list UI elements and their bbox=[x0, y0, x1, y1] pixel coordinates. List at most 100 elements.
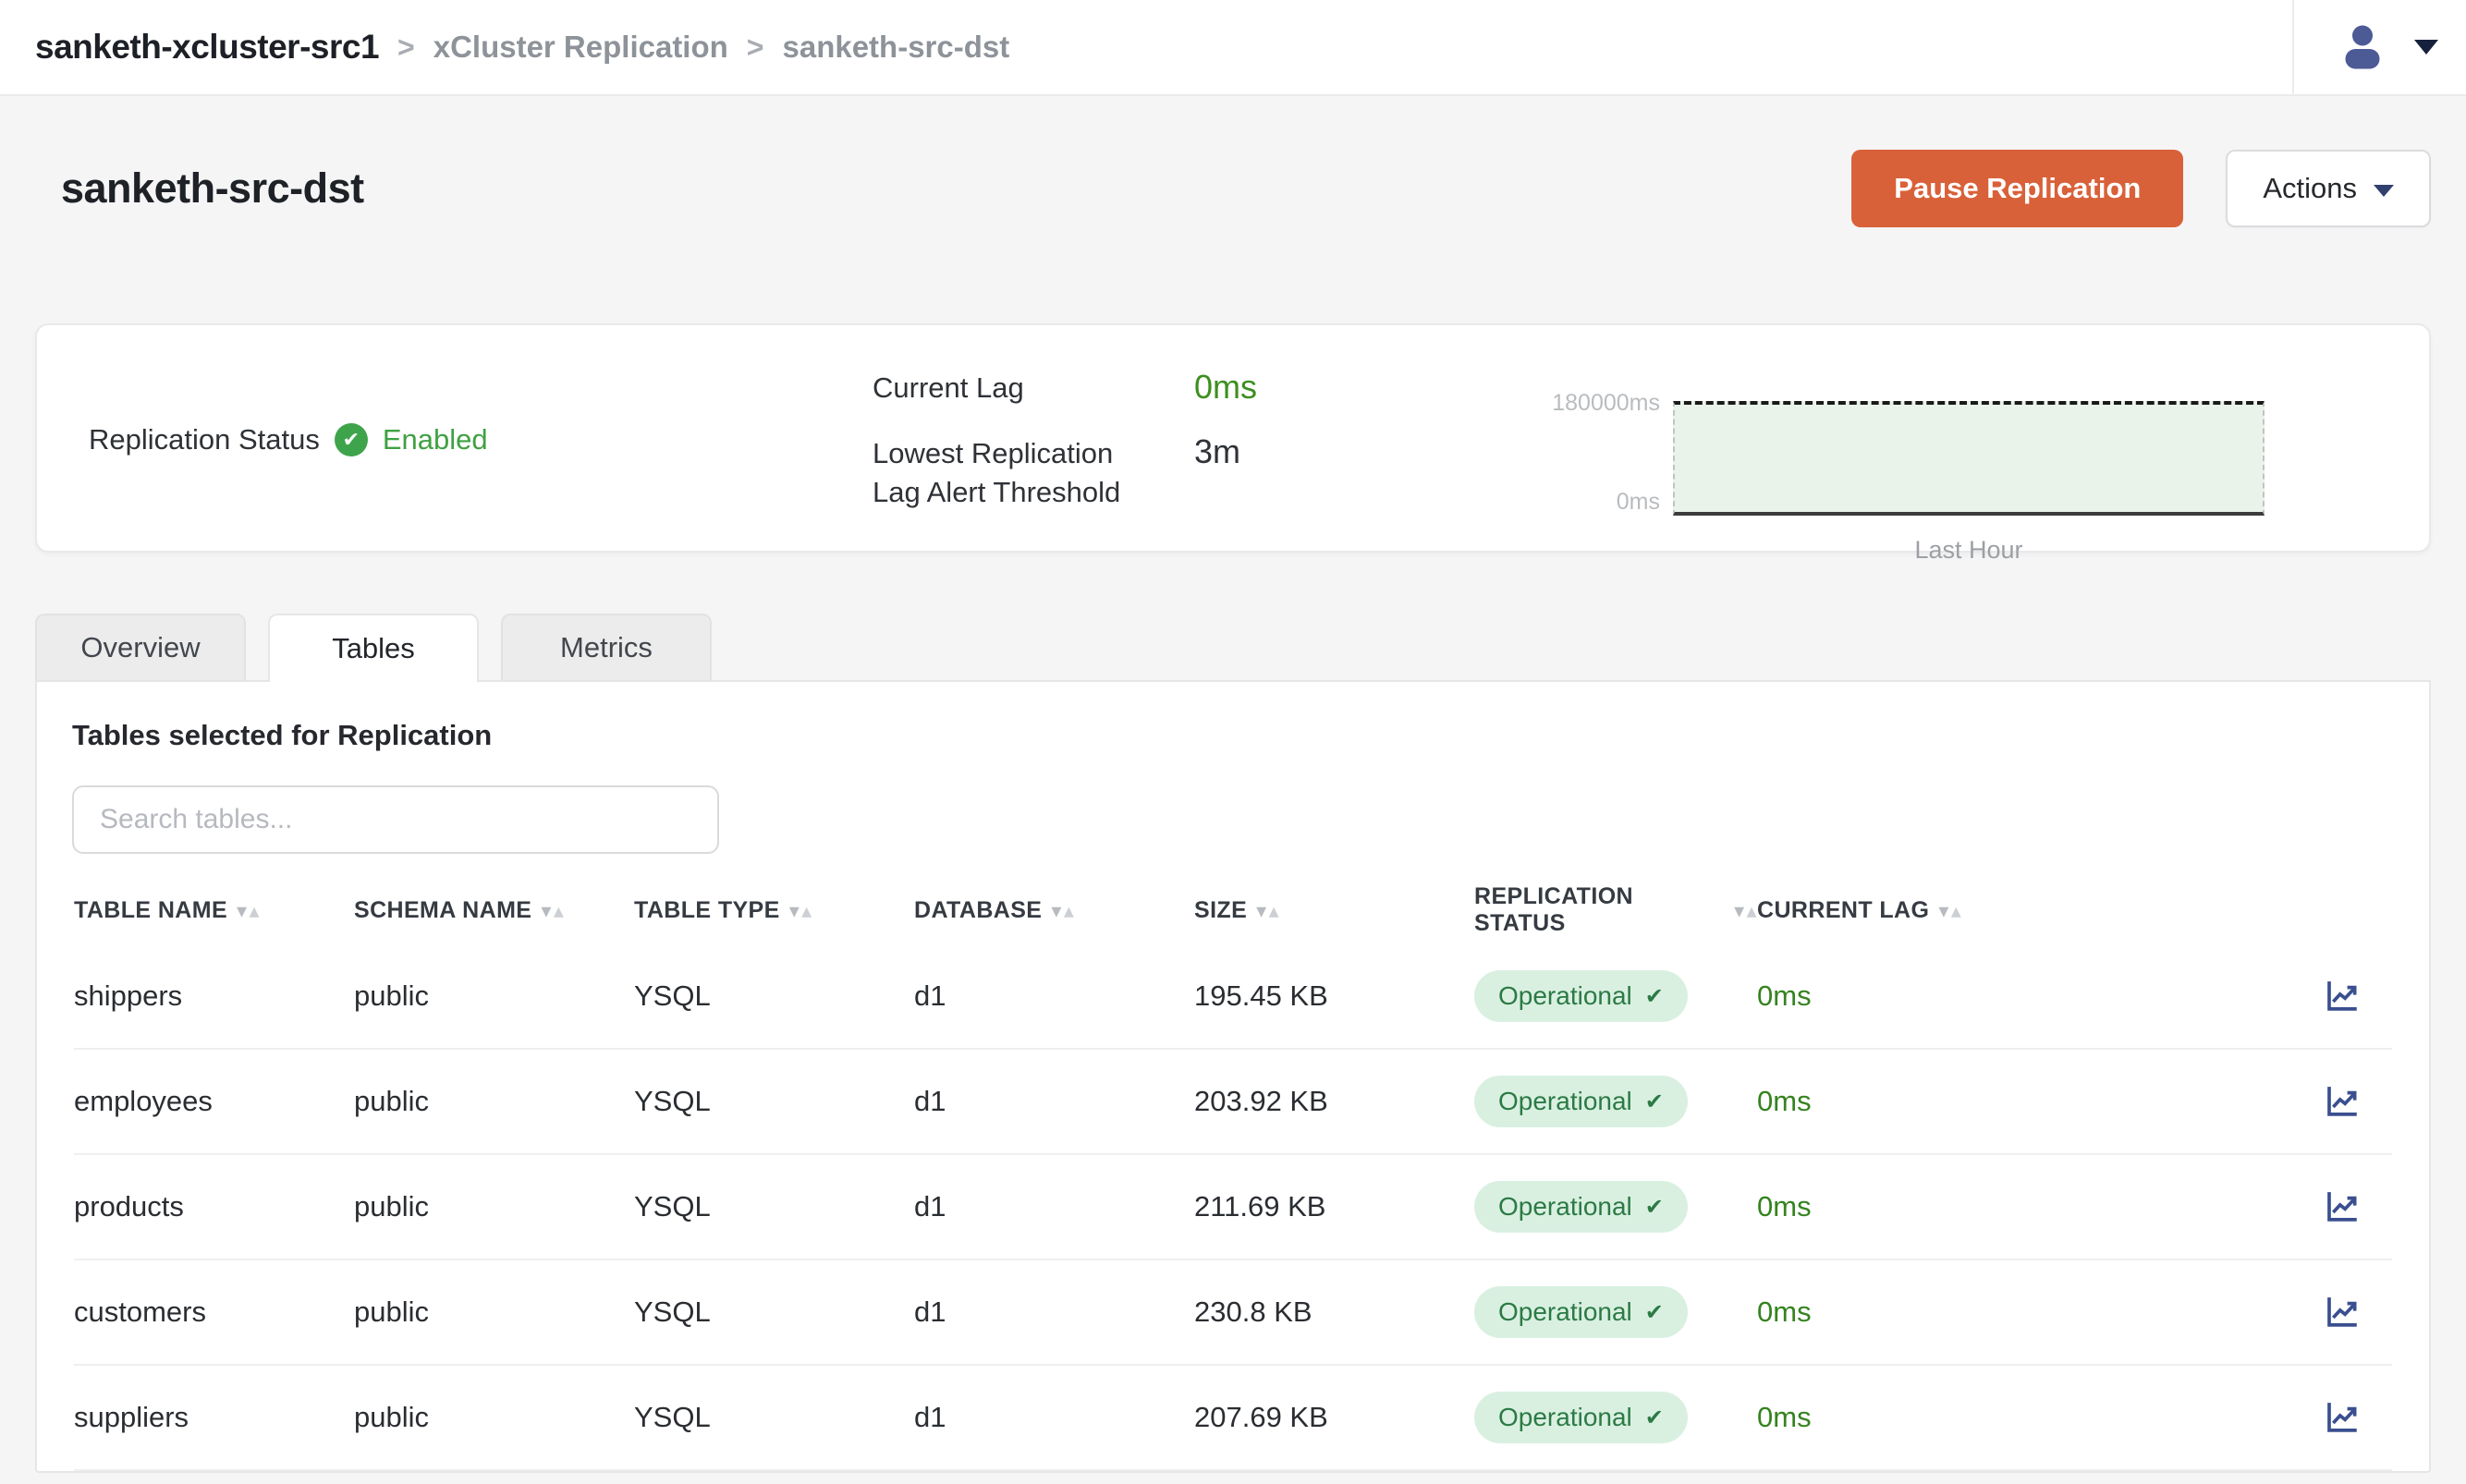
sort-icon[interactable] bbox=[1051, 897, 1074, 924]
sort-icon[interactable] bbox=[789, 897, 812, 924]
user-icon bbox=[2335, 19, 2390, 75]
column-header-schema-name[interactable]: SCHEMA NAME bbox=[354, 897, 634, 924]
tab-overview[interactable]: Overview bbox=[35, 614, 246, 680]
lag-graph-button[interactable] bbox=[2318, 1185, 2366, 1229]
table-row: products public YSQL d1 211.69 KB Operat… bbox=[74, 1155, 2392, 1260]
cell-table-name: shippers bbox=[74, 979, 354, 1013]
cell-table-type: YSQL bbox=[634, 979, 914, 1013]
cell-database: d1 bbox=[914, 1401, 1194, 1434]
tab-metrics[interactable]: Metrics bbox=[501, 614, 712, 680]
check-circle-icon bbox=[335, 423, 368, 456]
actions-button-label: Actions bbox=[2263, 172, 2357, 205]
user-menu[interactable] bbox=[2292, 0, 2466, 94]
tab-tables[interactable]: Tables bbox=[268, 614, 479, 682]
replication-status-label: Replication Status bbox=[89, 423, 320, 456]
line-chart-icon bbox=[2321, 1397, 2363, 1436]
page-body: sanketh-src-dst Pause Replication Action… bbox=[0, 96, 2466, 1473]
cell-table-name: products bbox=[74, 1190, 354, 1223]
line-chart-icon bbox=[2321, 976, 2363, 1015]
breadcrumb: sanketh-xcluster-src1 > xCluster Replica… bbox=[0, 0, 1009, 94]
column-header-current-lag[interactable]: CURRENT LAG bbox=[1757, 897, 2318, 924]
tables-panel: Tables selected for Replication TABLE NA… bbox=[35, 680, 2431, 1473]
status-badge: Operational bbox=[1474, 1392, 1688, 1443]
cell-current-lag: 0ms bbox=[1757, 1085, 2318, 1118]
pause-replication-button[interactable]: Pause Replication bbox=[1851, 150, 2183, 227]
chevron-down-icon bbox=[2414, 40, 2438, 55]
lag-graph-button[interactable] bbox=[2318, 1079, 2366, 1124]
actions-button[interactable]: Actions bbox=[2226, 150, 2431, 227]
tables-panel-heading: Tables selected for Replication bbox=[72, 719, 2429, 752]
table-row: employees public YSQL d1 203.92 KB Opera… bbox=[74, 1050, 2392, 1155]
cell-schema-name: public bbox=[354, 979, 634, 1013]
line-chart-icon bbox=[2321, 1081, 2363, 1120]
table-row: shippers public YSQL d1 195.45 KB Operat… bbox=[74, 944, 2392, 1050]
cell-table-type: YSQL bbox=[634, 1295, 914, 1329]
lag-alert-threshold-value: 3m bbox=[1194, 432, 1240, 471]
cell-database: d1 bbox=[914, 1085, 1194, 1118]
cell-current-lag: 0ms bbox=[1757, 1295, 2318, 1329]
column-header-table-name[interactable]: TABLE NAME bbox=[74, 897, 354, 924]
cell-size: 203.92 KB bbox=[1194, 1085, 1474, 1118]
current-lag-label: Current Lag bbox=[873, 371, 1024, 405]
app-header: sanketh-xcluster-src1 > xCluster Replica… bbox=[0, 0, 2466, 96]
cell-table-type: YSQL bbox=[634, 1085, 914, 1118]
breadcrumb-universe[interactable]: sanketh-xcluster-src1 bbox=[35, 28, 379, 67]
y-max-tick: 180000ms bbox=[1552, 390, 1660, 417]
cell-schema-name: public bbox=[354, 1190, 634, 1223]
column-header-database[interactable]: DATABASE bbox=[914, 897, 1194, 924]
search-input[interactable] bbox=[72, 785, 719, 854]
cell-table-type: YSQL bbox=[634, 1401, 914, 1434]
breadcrumb-xcluster-replication[interactable]: xCluster Replication bbox=[433, 30, 728, 65]
cell-table-name: employees bbox=[74, 1085, 354, 1118]
column-header-replication-status[interactable]: REPLICATION STATUS bbox=[1474, 883, 1757, 937]
cell-table-name: customers bbox=[74, 1295, 354, 1329]
breadcrumb-separator: > bbox=[747, 30, 764, 65]
cell-size: 211.69 KB bbox=[1194, 1190, 1474, 1223]
sort-icon[interactable] bbox=[541, 897, 564, 924]
cell-database: d1 bbox=[914, 1190, 1194, 1223]
cell-schema-name: public bbox=[354, 1295, 634, 1329]
title-row: sanketh-src-dst Pause Replication Action… bbox=[35, 96, 2431, 227]
column-header-table-type[interactable]: TABLE TYPE bbox=[634, 897, 914, 924]
cell-size: 195.45 KB bbox=[1194, 979, 1474, 1013]
lag-graph-button[interactable] bbox=[2318, 1290, 2366, 1334]
column-header-size[interactable]: SIZE bbox=[1194, 897, 1474, 924]
cell-current-lag: 0ms bbox=[1757, 1190, 2318, 1223]
y-min-tick: 0ms bbox=[1617, 489, 1660, 516]
cell-current-lag: 0ms bbox=[1757, 1401, 2318, 1434]
tab-bar: Overview Tables Metrics bbox=[35, 614, 2431, 680]
status-badge: Operational bbox=[1474, 1181, 1688, 1233]
cell-size: 207.69 KB bbox=[1194, 1401, 1474, 1434]
status-badge: Operational bbox=[1474, 1286, 1688, 1338]
replication-status-value: Enabled bbox=[383, 423, 488, 456]
cell-current-lag: 0ms bbox=[1757, 979, 2318, 1013]
line-chart-icon bbox=[2321, 1186, 2363, 1225]
cell-schema-name: public bbox=[354, 1085, 634, 1118]
lag-mini-chart: 180000ms 0ms Last Hour bbox=[1534, 381, 2265, 565]
breadcrumb-current: sanketh-src-dst bbox=[782, 30, 1009, 65]
lag-chart-y-axis: 180000ms 0ms bbox=[1534, 381, 1673, 510]
table-header-row: TABLE NAME SCHEMA NAME TABLE TYPE DATABA… bbox=[74, 876, 2392, 944]
status-badge: Operational bbox=[1474, 1076, 1688, 1127]
sort-icon[interactable] bbox=[1734, 897, 1757, 924]
cell-database: d1 bbox=[914, 979, 1194, 1013]
replication-tables-table: TABLE NAME SCHEMA NAME TABLE TYPE DATABA… bbox=[74, 876, 2392, 1471]
lag-graph-button[interactable] bbox=[2318, 1395, 2366, 1440]
chevron-down-icon bbox=[2374, 185, 2394, 197]
lag-graph-button[interactable] bbox=[2318, 974, 2366, 1018]
current-lag-value: 0ms bbox=[1194, 368, 1257, 407]
breadcrumb-separator: > bbox=[397, 30, 415, 65]
lag-chart-x-label: Last Hour bbox=[1673, 536, 2265, 565]
title-actions: Pause Replication Actions bbox=[1851, 150, 2431, 227]
cell-table-name: suppliers bbox=[74, 1401, 354, 1434]
sort-icon[interactable] bbox=[237, 897, 260, 924]
cell-database: d1 bbox=[914, 1295, 1194, 1329]
status-badge: Operational bbox=[1474, 970, 1688, 1022]
cell-schema-name: public bbox=[354, 1401, 634, 1434]
lag-chart-plot-area bbox=[1673, 401, 2265, 516]
table-row: customers public YSQL d1 230.8 KB Operat… bbox=[74, 1260, 2392, 1366]
replication-status-card: Replication Status Enabled Current Lag 0… bbox=[35, 323, 2431, 553]
sort-icon[interactable] bbox=[1938, 897, 1961, 924]
page-title: sanketh-src-dst bbox=[61, 164, 364, 213]
sort-icon[interactable] bbox=[1256, 897, 1279, 924]
